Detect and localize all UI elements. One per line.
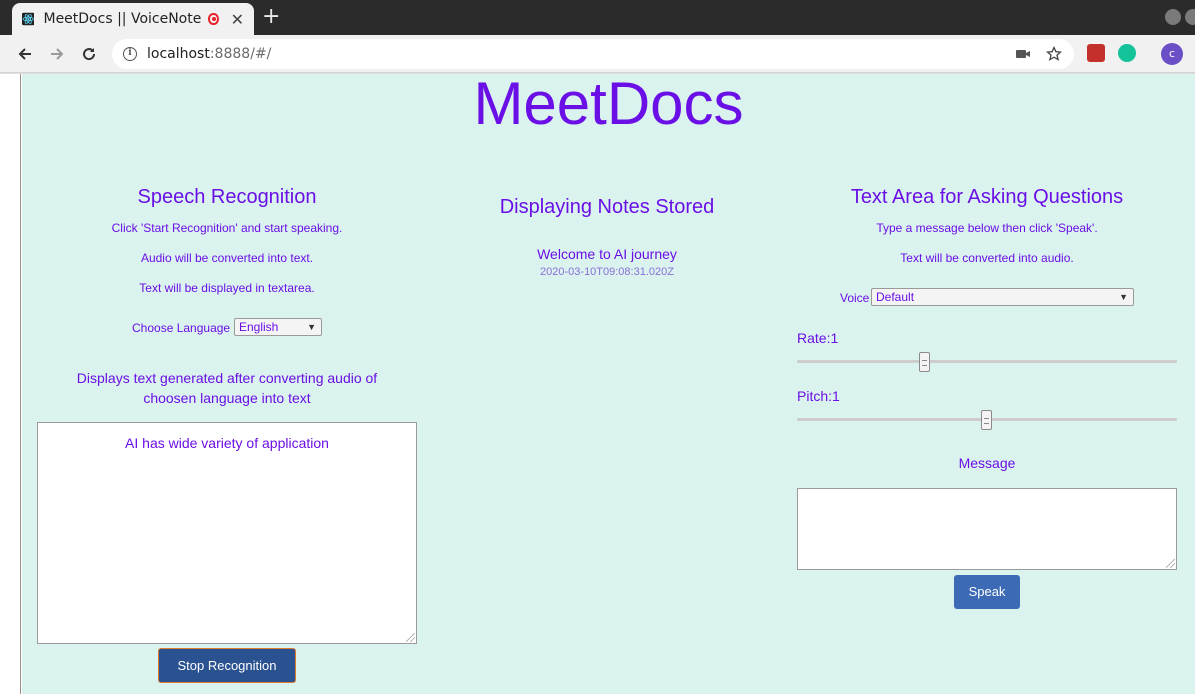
voice-select-value: Default <box>876 290 915 304</box>
pitch-label: Pitch:1 <box>797 388 840 404</box>
speech-instruction-3: Text will be displayed in textarea. <box>139 281 315 295</box>
page-title: MeetDocs <box>473 74 744 137</box>
chevron-down-icon: ▼ <box>1119 292 1128 302</box>
info-icon[interactable]: i <box>123 47 137 61</box>
speech-instruction-2: Audio will be converted into text. <box>140 251 314 265</box>
note-timestamp: 2020-03-10T09:08:31.020Z <box>540 266 674 278</box>
browser-tabstrip: MeetDocs || VoiceNote ✕ + <box>0 0 1195 35</box>
tab-title: MeetDocs || VoiceNote <box>43 11 202 27</box>
pitch-slider-thumb[interactable] <box>981 410 992 430</box>
language-select[interactable]: English ▼ <box>234 318 322 336</box>
chevron-down-icon: ▼ <box>307 322 316 332</box>
message-label: Message <box>958 455 1016 471</box>
rate-slider-track[interactable] <box>797 360 1177 363</box>
stop-recognition-button[interactable]: Stop Recognition <box>158 648 296 683</box>
back-arrow-icon <box>18 48 31 60</box>
page-left-edge <box>20 74 21 694</box>
tts-heading: Text Area for Asking Questions <box>850 186 1124 208</box>
react-favicon <box>22 12 35 26</box>
window-minimize-icon[interactable] <box>1165 9 1181 25</box>
tts-instruction-2: Text will be converted into audio. <box>900 251 1074 265</box>
resize-grip[interactable] <box>406 633 415 642</box>
url-path: :8888/#/ <box>209 46 272 62</box>
url-text[interactable]: localhost:8888/#/ <box>147 46 271 62</box>
language-select-value: English <box>239 320 279 334</box>
reload-button[interactable] <box>77 42 101 66</box>
reload-icon <box>83 48 96 61</box>
voice-select[interactable]: Default ▼ <box>871 288 1134 306</box>
forward-arrow-icon <box>51 48 64 60</box>
back-button[interactable] <box>13 42 37 66</box>
new-tab-button[interactable]: + <box>262 5 280 29</box>
browser-toolbar: i localhost:8888/#/ c <box>0 35 1195 73</box>
url-host: localhost <box>147 46 210 62</box>
language-label: Choose Language <box>132 321 231 335</box>
page-viewport: MeetDocs Speech Recognition Click 'Start… <box>0 74 1195 694</box>
tts-instruction-1: Type a message below then click 'Speak'. <box>876 221 1098 235</box>
extension-icon[interactable] <box>1087 44 1105 62</box>
star-icon[interactable] <box>1046 46 1062 62</box>
note-text: Welcome to AI journey <box>537 246 677 262</box>
rate-label: Rate:1 <box>797 330 839 346</box>
speak-button[interactable]: Speak <box>954 575 1020 609</box>
forward-button[interactable] <box>45 42 69 66</box>
output-caption: Displays text generated after converting… <box>76 370 378 406</box>
camera-icon[interactable] <box>1015 46 1031 62</box>
window-maximize-icon[interactable] <box>1185 9 1195 25</box>
voice-label: Voice <box>840 291 870 305</box>
browser-tab[interactable]: MeetDocs || VoiceNote ✕ <box>12 3 254 35</box>
resize-grip[interactable] <box>1166 559 1175 568</box>
transcript-text: AI has wide variety of application <box>125 435 329 451</box>
speech-heading: Speech Recognition <box>137 186 317 208</box>
rate-slider-thumb[interactable] <box>919 352 930 372</box>
transcript-textarea[interactable]: AI has wide variety of application <box>37 422 417 644</box>
profile-avatar[interactable]: c <box>1161 43 1183 65</box>
record-icon <box>208 13 219 25</box>
grammarly-icon[interactable] <box>1118 44 1136 62</box>
tab-close-icon[interactable]: ✕ <box>231 10 244 29</box>
address-bar[interactable]: i localhost:8888/#/ <box>112 39 1074 69</box>
page-body: MeetDocs Speech Recognition Click 'Start… <box>22 74 1195 694</box>
notes-heading: Displaying Notes Stored <box>499 196 715 218</box>
speech-instruction-1: Click 'Start Recognition' and start spea… <box>111 221 343 235</box>
message-textarea[interactable] <box>797 488 1177 570</box>
